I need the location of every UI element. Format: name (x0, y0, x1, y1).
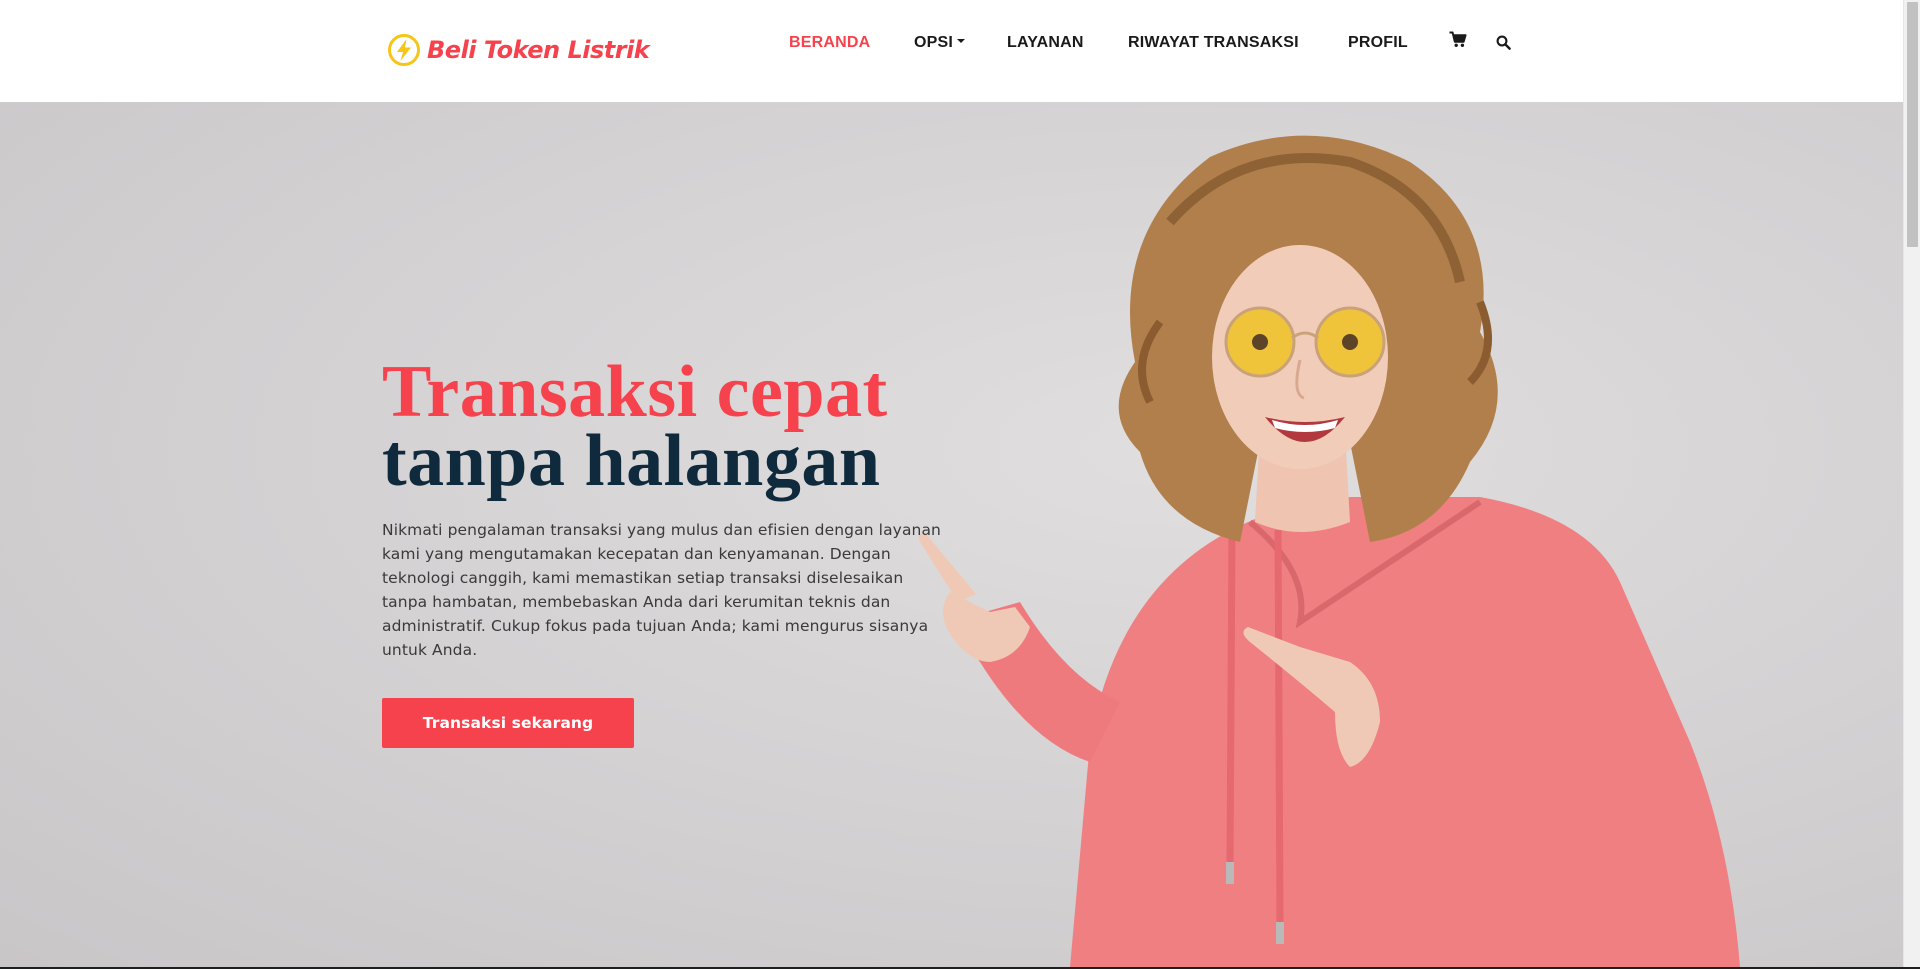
nav-item-beranda[interactable]: BERANDA (789, 33, 870, 53)
hero-image-woman-pointing (918, 135, 1740, 967)
cart-icon[interactable] (1449, 31, 1467, 48)
brand-name: Beli Token Listrik (427, 36, 650, 64)
hero-title-line2: tanpa halangan (382, 420, 881, 502)
search-icon[interactable] (1496, 35, 1511, 50)
hero-title-line1: Transaksi cepat (382, 351, 888, 433)
nav-item-opsi-label: OPSI (914, 34, 954, 51)
lightning-bolt-icon (388, 34, 420, 66)
hero-section: Transaksi cepat tanpa halangan Nikmati p… (0, 102, 1903, 967)
page-scrollbar[interactable] (1903, 0, 1920, 967)
nav-item-opsi[interactable]: OPSI (914, 33, 966, 53)
nav-item-layanan[interactable]: LAYANAN (1007, 33, 1084, 53)
brand-logo[interactable]: Beli Token Listrik (387, 32, 650, 68)
chevron-down-icon (957, 38, 966, 43)
nav-item-profil[interactable]: PROFIL (1348, 33, 1408, 53)
transaksi-sekarang-button[interactable]: Transaksi sekarang (382, 698, 634, 748)
nav-item-riwayat-transaksi[interactable]: RIWAYAT TRANSAKSI (1128, 33, 1299, 53)
scrollbar-thumb[interactable] (1907, 2, 1918, 247)
site-header: Beli Token Listrik BERANDA OPSI LAYANAN … (0, 0, 1903, 102)
hero-description: Nikmati pengalaman transaksi yang mulus … (382, 521, 941, 659)
